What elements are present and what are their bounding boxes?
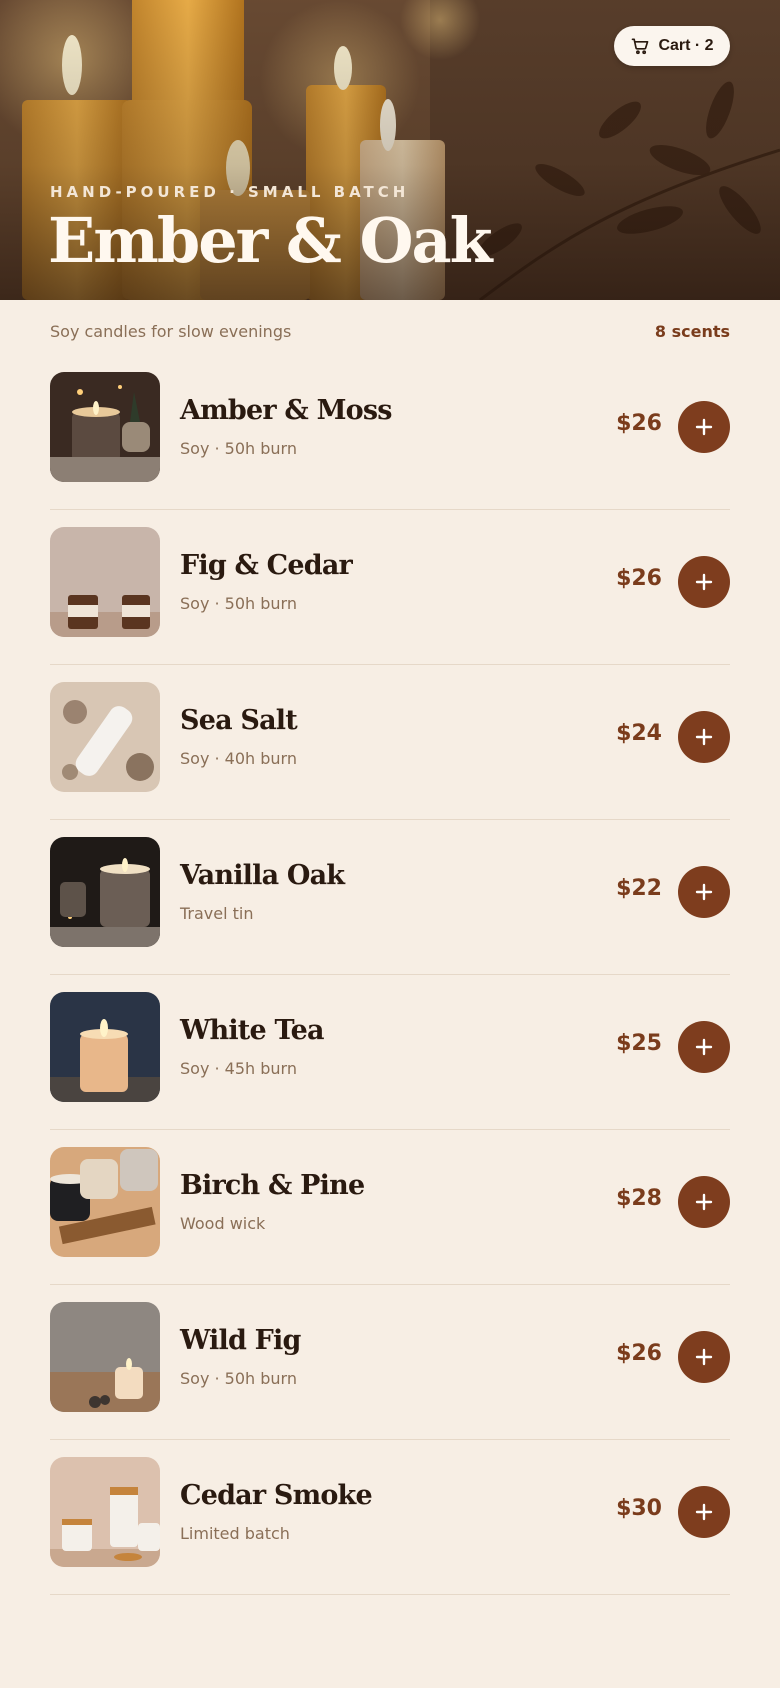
product-price: $30 [616,1496,662,1521]
product-price: $26 [616,566,662,591]
cart-button[interactable]: Cart · 2 [614,26,730,66]
product-row[interactable]: White Tea Soy · 45h burn $25 [50,975,730,1130]
product-meta: Soy · 45h burn [180,1059,297,1078]
add-to-cart-button[interactable] [678,1486,730,1538]
product-row[interactable]: Sea Salt Soy · 40h burn $24 [50,665,730,820]
product-row[interactable]: Amber & Moss Soy · 50h burn $26 [50,355,730,510]
brand-title: Ember & Oak [48,204,493,277]
product-image [50,1457,160,1567]
plus-icon [695,1348,713,1366]
product-name: Cedar Smoke [180,1480,373,1511]
product-row[interactable]: Fig & Cedar Soy · 50h burn $26 [50,510,730,665]
cart-label: Cart · 2 [658,37,714,54]
product-name: White Tea [180,1015,325,1046]
product-image [50,527,160,637]
plus-icon [695,728,713,746]
product-meta: Soy · 50h burn [180,439,297,458]
product-image [50,1302,160,1412]
collection-subheading: Soy candles for slow evenings [50,322,292,341]
product-meta: Wood wick [180,1214,266,1233]
product-image [50,1147,160,1257]
plus-icon [695,1503,713,1521]
hero-eyebrow: HAND-POURED · SMALL BATCH [50,183,410,201]
product-row[interactable]: Wild Fig Soy · 50h burn $26 [50,1285,730,1440]
product-meta: Soy · 50h burn [180,594,297,613]
product-price: $26 [616,411,662,436]
product-meta: Soy · 40h burn [180,749,297,768]
product-meta: Limited batch [180,1524,290,1543]
plus-icon [695,418,713,436]
product-name: Birch & Pine [180,1170,365,1201]
product-price: $26 [616,1341,662,1366]
product-price: $28 [616,1186,662,1211]
product-meta: Travel tin [180,904,254,923]
cart-icon [632,38,649,55]
product-list: Amber & Moss Soy · 50h burn $26 Fig & Ce… [50,355,730,1595]
product-meta: Soy · 50h burn [180,1369,297,1388]
add-to-cart-button[interactable] [678,401,730,453]
add-to-cart-button[interactable] [678,1331,730,1383]
product-row[interactable]: Cedar Smoke Limited batch $30 [50,1440,730,1595]
add-to-cart-button[interactable] [678,866,730,918]
product-row[interactable]: Birch & Pine Wood wick $28 [50,1130,730,1285]
product-name: Fig & Cedar [180,550,353,581]
add-to-cart-button[interactable] [678,556,730,608]
plus-icon [695,1038,713,1056]
product-image [50,992,160,1102]
product-price: $22 [616,876,662,901]
product-name: Vanilla Oak [180,860,345,891]
plus-icon [695,883,713,901]
plus-icon [695,1193,713,1211]
product-name: Sea Salt [180,705,298,736]
add-to-cart-button[interactable] [678,1021,730,1073]
product-row[interactable]: Vanilla Oak Travel tin $22 [50,820,730,975]
add-to-cart-button[interactable] [678,1176,730,1228]
plus-icon [695,573,713,591]
add-to-cart-button[interactable] [678,711,730,763]
product-image [50,682,160,792]
product-name: Amber & Moss [180,395,392,426]
hero-banner: Cart · 2 HAND-POURED · SMALL BATCH Ember… [0,0,780,300]
product-name: Wild Fig [180,1325,301,1356]
product-price: $24 [616,721,662,746]
product-image [50,372,160,482]
scent-count: 8 scents [654,322,730,341]
product-price: $25 [616,1031,662,1056]
product-image [50,837,160,947]
